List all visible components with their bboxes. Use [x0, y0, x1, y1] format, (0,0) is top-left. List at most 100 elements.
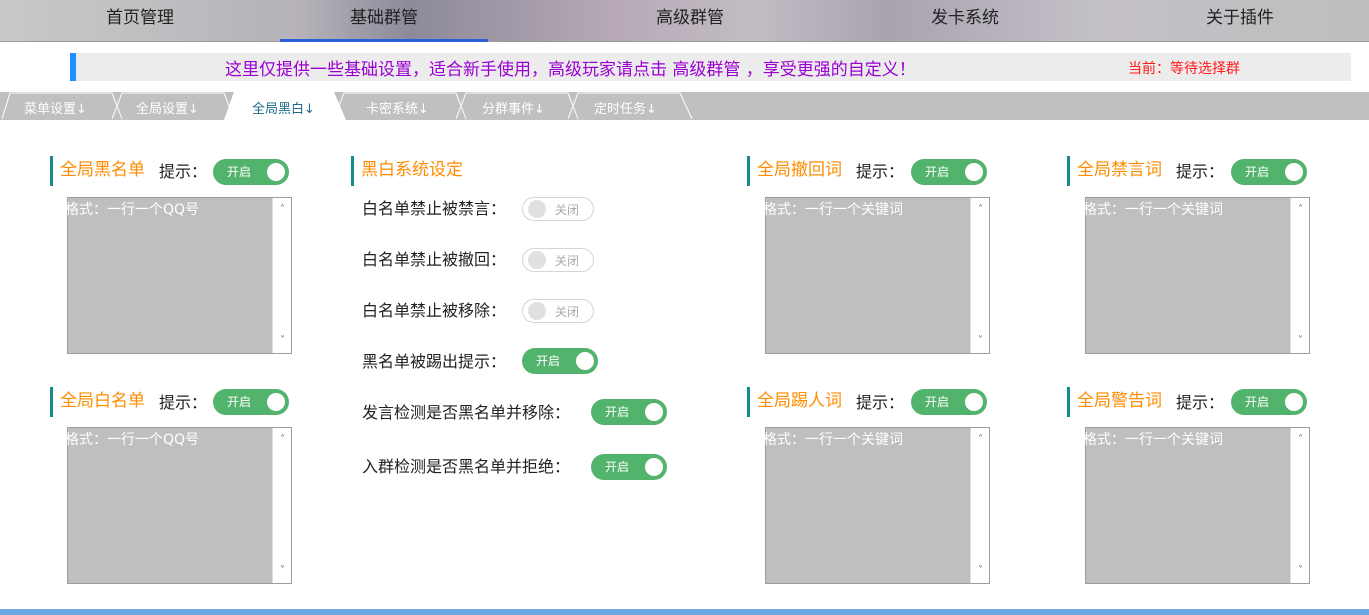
toggle-off-label: 关闭: [555, 254, 580, 268]
warn-words-hint-label: 提示：: [1176, 393, 1225, 412]
toggle-knob: [645, 458, 663, 476]
mute-words-placeholder: 格式：一行一个关键词: [1083, 202, 1223, 218]
setting-join-check-label: 入群检测是否黑名单并拒绝：: [362, 457, 571, 476]
recall-words-hint-label: 提示：: [856, 162, 905, 181]
notice-message[interactable]: 这里仅提供一些基础设置，适合新手使用，高级玩家请点击 高级群管 ，享受更强的自定…: [225, 55, 916, 80]
blacklist-hint-toggle[interactable]: 开启: [213, 159, 289, 185]
notice-bar: 这里仅提供一些基础设置，适合新手使用，高级玩家请点击 高级群管 ，享受更强的自定…: [70, 53, 1351, 81]
toggle-knob: [965, 393, 983, 411]
toggle-off-label: 关闭: [555, 305, 580, 319]
toggle-on-label: 开启: [536, 354, 561, 368]
setting-whitelist-no-remove-toggle[interactable]: 关闭: [522, 299, 594, 323]
tab-global-black-white[interactable]: 全局黑白↓: [252, 98, 315, 117]
kick-words-title: 全局踢人词: [747, 387, 842, 417]
toggle-on-label: 开启: [227, 165, 252, 179]
scroll-down-icon[interactable]: ˅: [1291, 563, 1310, 579]
scrollbar[interactable]: ˄ ˅: [272, 198, 291, 353]
toggle-on-label: 开启: [1245, 165, 1270, 179]
mute-words-title: 全局禁言词: [1067, 156, 1162, 186]
toggle-knob: [528, 200, 546, 218]
scroll-up-icon[interactable]: ˄: [971, 432, 990, 448]
scroll-down-icon[interactable]: ˅: [971, 333, 990, 349]
scroll-up-icon[interactable]: ˄: [273, 202, 292, 218]
scroll-down-icon[interactable]: ˅: [971, 563, 990, 579]
toggle-knob: [267, 393, 285, 411]
scrollbar[interactable]: ˄ ˅: [272, 428, 291, 583]
toggle-on-label: 开启: [227, 395, 252, 409]
setting-whitelist-no-recall-label: 白名单禁止被撤回：: [362, 250, 507, 269]
nav-advanced-group[interactable]: 高级群管: [610, 0, 770, 42]
toggle-knob: [645, 403, 663, 421]
nav-basic-group[interactable]: 基础群管: [280, 0, 488, 42]
recall-words-hint-toggle[interactable]: 开启: [911, 159, 987, 185]
setting-join-check-toggle[interactable]: 开启: [591, 454, 667, 480]
nav-home[interactable]: 首页管理: [60, 0, 220, 42]
toggle-off-label: 关闭: [555, 203, 580, 217]
kick-words-textarea[interactable]: 格式：一行一个关键词 ˄ ˅: [763, 427, 990, 584]
scroll-down-icon[interactable]: ˅: [273, 563, 292, 579]
recall-words-textarea[interactable]: 格式：一行一个关键词 ˄ ˅: [763, 197, 990, 354]
blacklist-title: 全局黑名单: [50, 156, 145, 186]
whitelist-hint-toggle[interactable]: 开启: [213, 389, 289, 415]
whitelist-hint-label: 提示：: [159, 393, 208, 412]
scroll-up-icon[interactable]: ˄: [1291, 432, 1310, 448]
blacklist-placeholder: 格式：一行一个QQ号: [65, 202, 200, 218]
whitelist-textarea[interactable]: 格式：一行一个QQ号 ˄ ˅: [65, 427, 292, 584]
toggle-knob: [1285, 393, 1303, 411]
scrollbar[interactable]: ˄ ˅: [1290, 428, 1309, 583]
setting-speech-check-toggle[interactable]: 开启: [591, 399, 667, 425]
toggle-on-label: 开启: [1245, 395, 1270, 409]
nav-card-system[interactable]: 发卡系统: [885, 0, 1045, 42]
setting-blacklist-kick-hint-toggle[interactable]: 开启: [522, 348, 598, 374]
scroll-down-icon[interactable]: ˅: [273, 333, 292, 349]
nav-about-plugin[interactable]: 关于插件: [1160, 0, 1320, 42]
scroll-up-icon[interactable]: ˄: [1291, 202, 1310, 218]
setting-blacklist-kick-hint-label: 黑名单被踢出提示：: [362, 352, 507, 371]
toggle-knob: [1285, 163, 1303, 181]
tab-menu-settings[interactable]: 菜单设置↓: [24, 98, 87, 117]
tab-group-events[interactable]: 分群事件↓: [482, 98, 545, 117]
warn-words-placeholder: 格式：一行一个关键词: [1083, 432, 1223, 448]
toggle-on-label: 开启: [925, 395, 950, 409]
setting-whitelist-no-remove-label: 白名单禁止被移除：: [362, 301, 507, 320]
warn-words-textarea[interactable]: 格式：一行一个关键词 ˄ ˅: [1083, 427, 1310, 584]
blacklist-hint-label: 提示：: [159, 162, 208, 181]
bottom-border: [0, 609, 1369, 615]
toggle-on-label: 开启: [605, 460, 630, 474]
recall-words-title: 全局撤回词: [747, 156, 842, 186]
kick-words-placeholder: 格式：一行一个关键词: [763, 432, 903, 448]
scroll-up-icon[interactable]: ˄: [971, 202, 990, 218]
blacklist-textarea[interactable]: 格式：一行一个QQ号 ˄ ˅: [65, 197, 292, 354]
scrollbar[interactable]: ˄ ˅: [970, 198, 989, 353]
notice-accent: [70, 53, 76, 81]
scrollbar[interactable]: ˄ ˅: [1290, 198, 1309, 353]
tab-bar: 菜单设置↓ 全局设置↓ 全局黑白↓ 卡密系统↓ 分群事件↓ 定时任务↓: [0, 92, 1369, 120]
setting-whitelist-no-mute-label: 白名单禁止被禁言：: [362, 199, 507, 218]
whitelist-title: 全局白名单: [50, 387, 145, 417]
bw-system-title: 黑白系统设定: [351, 156, 463, 186]
setting-whitelist-no-mute-toggle[interactable]: 关闭: [522, 197, 594, 221]
whitelist-placeholder: 格式：一行一个QQ号: [65, 432, 200, 448]
scroll-up-icon[interactable]: ˄: [273, 432, 292, 448]
top-nav: 首页管理 基础群管 高级群管 发卡系统 关于插件: [0, 0, 1369, 42]
toggle-knob: [576, 352, 594, 370]
current-group-status: 当前：等待选择群: [1128, 61, 1240, 77]
warn-words-hint-toggle[interactable]: 开启: [1231, 389, 1307, 415]
toggle-knob: [267, 163, 285, 181]
toggle-knob: [528, 302, 546, 320]
tab-card-key-system[interactable]: 卡密系统↓: [366, 98, 429, 117]
scrollbar[interactable]: ˄ ˅: [970, 428, 989, 583]
kick-words-hint-label: 提示：: [856, 393, 905, 412]
mute-words-textarea[interactable]: 格式：一行一个关键词 ˄ ˅: [1083, 197, 1310, 354]
recall-words-placeholder: 格式：一行一个关键词: [763, 202, 903, 218]
setting-speech-check-label: 发言检测是否黑名单并移除：: [362, 403, 571, 422]
tab-scheduled-tasks[interactable]: 定时任务↓: [594, 98, 657, 117]
tab-global-settings[interactable]: 全局设置↓: [136, 98, 199, 117]
mute-words-hint-label: 提示：: [1176, 162, 1225, 181]
kick-words-hint-toggle[interactable]: 开启: [911, 389, 987, 415]
warn-words-title: 全局警告词: [1067, 387, 1162, 417]
scroll-down-icon[interactable]: ˅: [1291, 333, 1310, 349]
toggle-on-label: 开启: [925, 165, 950, 179]
setting-whitelist-no-recall-toggle[interactable]: 关闭: [522, 248, 594, 272]
mute-words-hint-toggle[interactable]: 开启: [1231, 159, 1307, 185]
